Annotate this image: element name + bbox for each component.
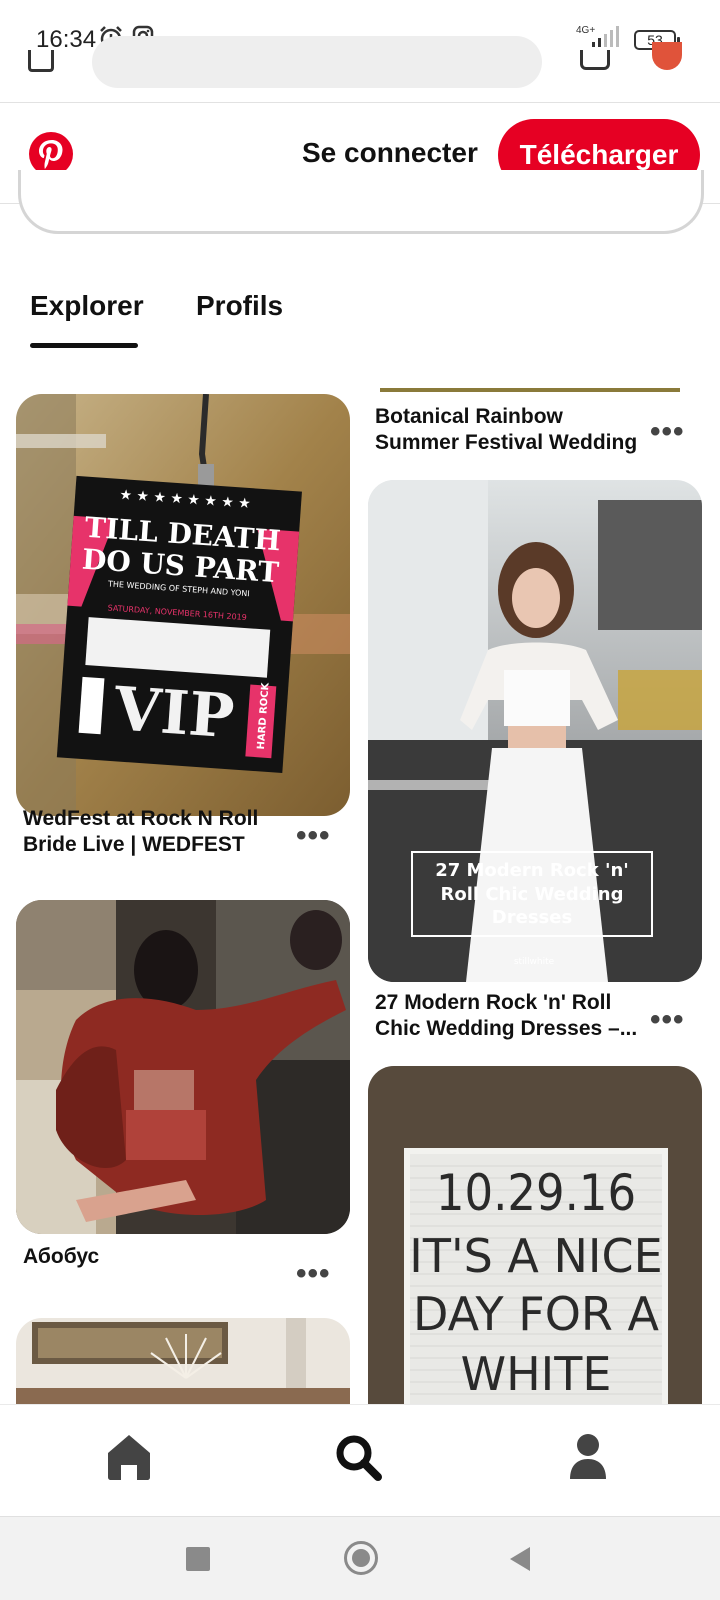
active-tab-indicator <box>30 343 138 348</box>
system-home-icon[interactable] <box>344 1541 378 1575</box>
url-bar[interactable] <box>92 36 542 88</box>
back-icon[interactable] <box>508 1545 532 1573</box>
pin-title-line: WedFest at Rock N Roll <box>23 807 259 830</box>
home-icon[interactable] <box>106 1433 152 1481</box>
pin-image-botanical[interactable] <box>368 380 702 396</box>
tab-explorer[interactable]: Explorer <box>30 290 144 322</box>
overlay-line1: 27 Modern Rock 'n' <box>435 860 629 881</box>
more-options-button[interactable]: ••• <box>296 821 331 851</box>
letterboard-line1: 10.29.16 <box>436 1164 636 1222</box>
pin-image-letterboard[interactable]: 10.29.16 IT'S A NICE DAY FOR A WHITE <box>368 1066 702 1446</box>
pin-title-botanical[interactable]: Botanical Rainbow Summer Festival Weddin… <box>375 404 637 456</box>
tab-switcher-icon <box>28 50 54 72</box>
tab-profils[interactable]: Profils <box>196 290 283 322</box>
overlay-brand: stillwhite <box>514 957 555 967</box>
overlay-line3: Dresses <box>492 907 572 928</box>
more-options-button[interactable]: ••• <box>650 417 685 447</box>
bottom-navigation <box>0 1404 720 1516</box>
search-icon[interactable] <box>334 1433 382 1481</box>
pin-image-wedfest[interactable]: ★ ★ ★ ★ ★ ★ ★ ★ TILL DEATH DO US PART TH… <box>16 394 350 816</box>
system-home-inner <box>352 1549 370 1567</box>
more-options-button[interactable]: ••• <box>296 1259 331 1289</box>
pin-title-line: Botanical Rainbow <box>375 405 563 428</box>
pin-title-line: Chic Wedding Dresses –... <box>375 1017 638 1040</box>
pin-title-line: Абобус <box>23 1245 100 1268</box>
system-navigation-bar <box>0 1516 720 1600</box>
recents-icon[interactable] <box>186 1547 210 1571</box>
login-button[interactable]: Se connecter <box>302 137 478 169</box>
overlay-line2: Roll Chic Wedding <box>440 884 623 905</box>
pin-title-line: Bride Live | WEDFEST <box>23 833 245 856</box>
pin-image-dresses[interactable]: 27 Modern Rock 'n' Roll Chic Wedding Dre… <box>368 480 702 982</box>
download-app-label: Télécharger <box>519 139 679 170</box>
pin-title-wedfest[interactable]: WedFest at Rock N Roll Bride Live | WEDF… <box>23 806 258 858</box>
profile-icon[interactable] <box>568 1433 608 1481</box>
pin-image-abobus[interactable] <box>16 900 350 1234</box>
pin-title-dresses[interactable]: 27 Modern Rock 'n' Roll Chic Wedding Dre… <box>375 990 637 1042</box>
pin-title-abobus[interactable]: Абобус <box>23 1244 99 1270</box>
more-options-button[interactable]: ••• <box>650 1005 685 1035</box>
letterboard-line2: IT'S A NICE <box>409 1229 662 1283</box>
signal-icon <box>592 26 619 47</box>
pin-title-line: 27 Modern Rock 'n' Roll <box>375 991 612 1014</box>
search-bar[interactable] <box>18 170 704 234</box>
ticket-vip: VIP <box>111 674 236 752</box>
letterboard-line3: DAY FOR A <box>413 1287 659 1341</box>
tabs-icon <box>580 50 610 70</box>
letterboard-line4: WHITE <box>461 1347 612 1401</box>
pin-title-line: Summer Festival Wedding <box>375 431 638 454</box>
